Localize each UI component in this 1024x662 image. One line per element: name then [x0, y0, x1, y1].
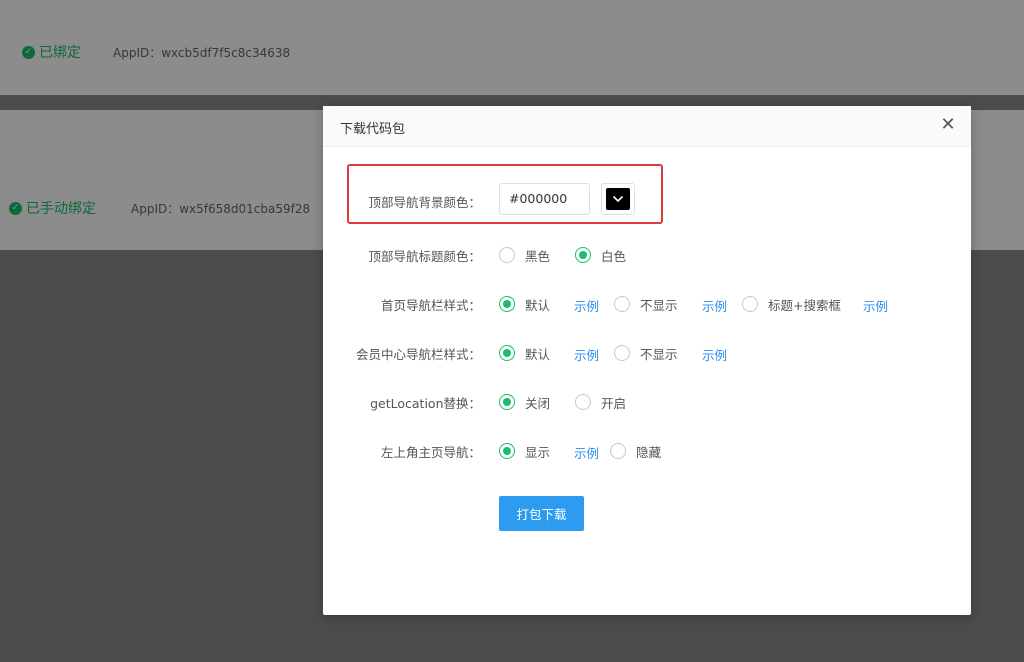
- modal-title: 下载代码包: [340, 122, 406, 137]
- field-label: 顶部导航背景颜色：: [368, 195, 481, 210]
- field-label: 左上角主页导航：: [380, 445, 481, 460]
- color-picker-button[interactable]: [601, 183, 635, 215]
- field-label: 会员中心导航栏样式：: [355, 347, 481, 362]
- field-label: getLocation替换：: [370, 396, 481, 411]
- modal-header: 下载代码包 ✕: [323, 106, 971, 147]
- field-home-nav-style: 首页导航栏样式： 默认 示例 不显示 示例 标题+搜索框 示例: [323, 293, 971, 315]
- radio-hidden[interactable]: 隐藏: [610, 440, 661, 462]
- radio-hide[interactable]: 不显示: [614, 293, 678, 315]
- radio-circle-checked: [499, 296, 515, 312]
- radio-circle: [614, 296, 630, 312]
- radio-circle-checked: [575, 247, 591, 263]
- example-link[interactable]: 示例: [702, 345, 727, 364]
- radio-circle: [610, 443, 626, 459]
- color-swatch: [606, 188, 630, 210]
- radio-circle: [499, 247, 515, 263]
- radio-circle-checked: [499, 394, 515, 410]
- radio-off[interactable]: 关闭: [499, 391, 550, 413]
- example-link[interactable]: 示例: [702, 296, 727, 315]
- radio-default[interactable]: 默认: [499, 293, 550, 315]
- radio-circle: [742, 296, 758, 312]
- radio-circle: [614, 345, 630, 361]
- package-download-button[interactable]: 打包下载: [499, 496, 584, 531]
- radio-on[interactable]: 开启: [575, 391, 626, 413]
- field-getlocation: getLocation替换： 关闭 开启: [323, 391, 971, 413]
- radio-circle: [575, 394, 591, 410]
- field-nav-title-color: 顶部导航标题颜色： 黑色 白色: [323, 244, 971, 266]
- download-code-modal: 下载代码包 ✕ 顶部导航背景颜色： #000000 顶部导航标题颜色： 黑色 白…: [323, 106, 971, 615]
- field-label: 首页导航栏样式：: [380, 298, 481, 313]
- radio-default[interactable]: 默认: [499, 342, 550, 364]
- chevron-down-icon: [612, 195, 624, 203]
- example-link[interactable]: 示例: [574, 296, 599, 315]
- radio-circle-checked: [499, 443, 515, 459]
- example-link[interactable]: 示例: [574, 443, 599, 462]
- radio-show[interactable]: 显示: [499, 440, 550, 462]
- field-nav-bg-color: 顶部导航背景颜色：: [323, 190, 971, 212]
- field-home-nav-top-left: 左上角主页导航： 显示 示例 隐藏: [323, 440, 971, 462]
- radio-title-search[interactable]: 标题+搜索框: [742, 293, 841, 315]
- example-link[interactable]: 示例: [574, 345, 599, 364]
- radio-circle-checked: [499, 345, 515, 361]
- radio-white[interactable]: 白色: [575, 244, 626, 266]
- radio-black[interactable]: 黑色: [499, 244, 550, 266]
- example-link[interactable]: 示例: [863, 296, 888, 315]
- field-member-nav-style: 会员中心导航栏样式： 默认 示例 不显示 示例: [323, 342, 971, 364]
- nav-bg-color-input[interactable]: #000000: [499, 183, 590, 215]
- field-label: 顶部导航标题颜色：: [368, 249, 481, 264]
- radio-hide[interactable]: 不显示: [614, 342, 678, 364]
- close-icon[interactable]: ✕: [939, 116, 957, 134]
